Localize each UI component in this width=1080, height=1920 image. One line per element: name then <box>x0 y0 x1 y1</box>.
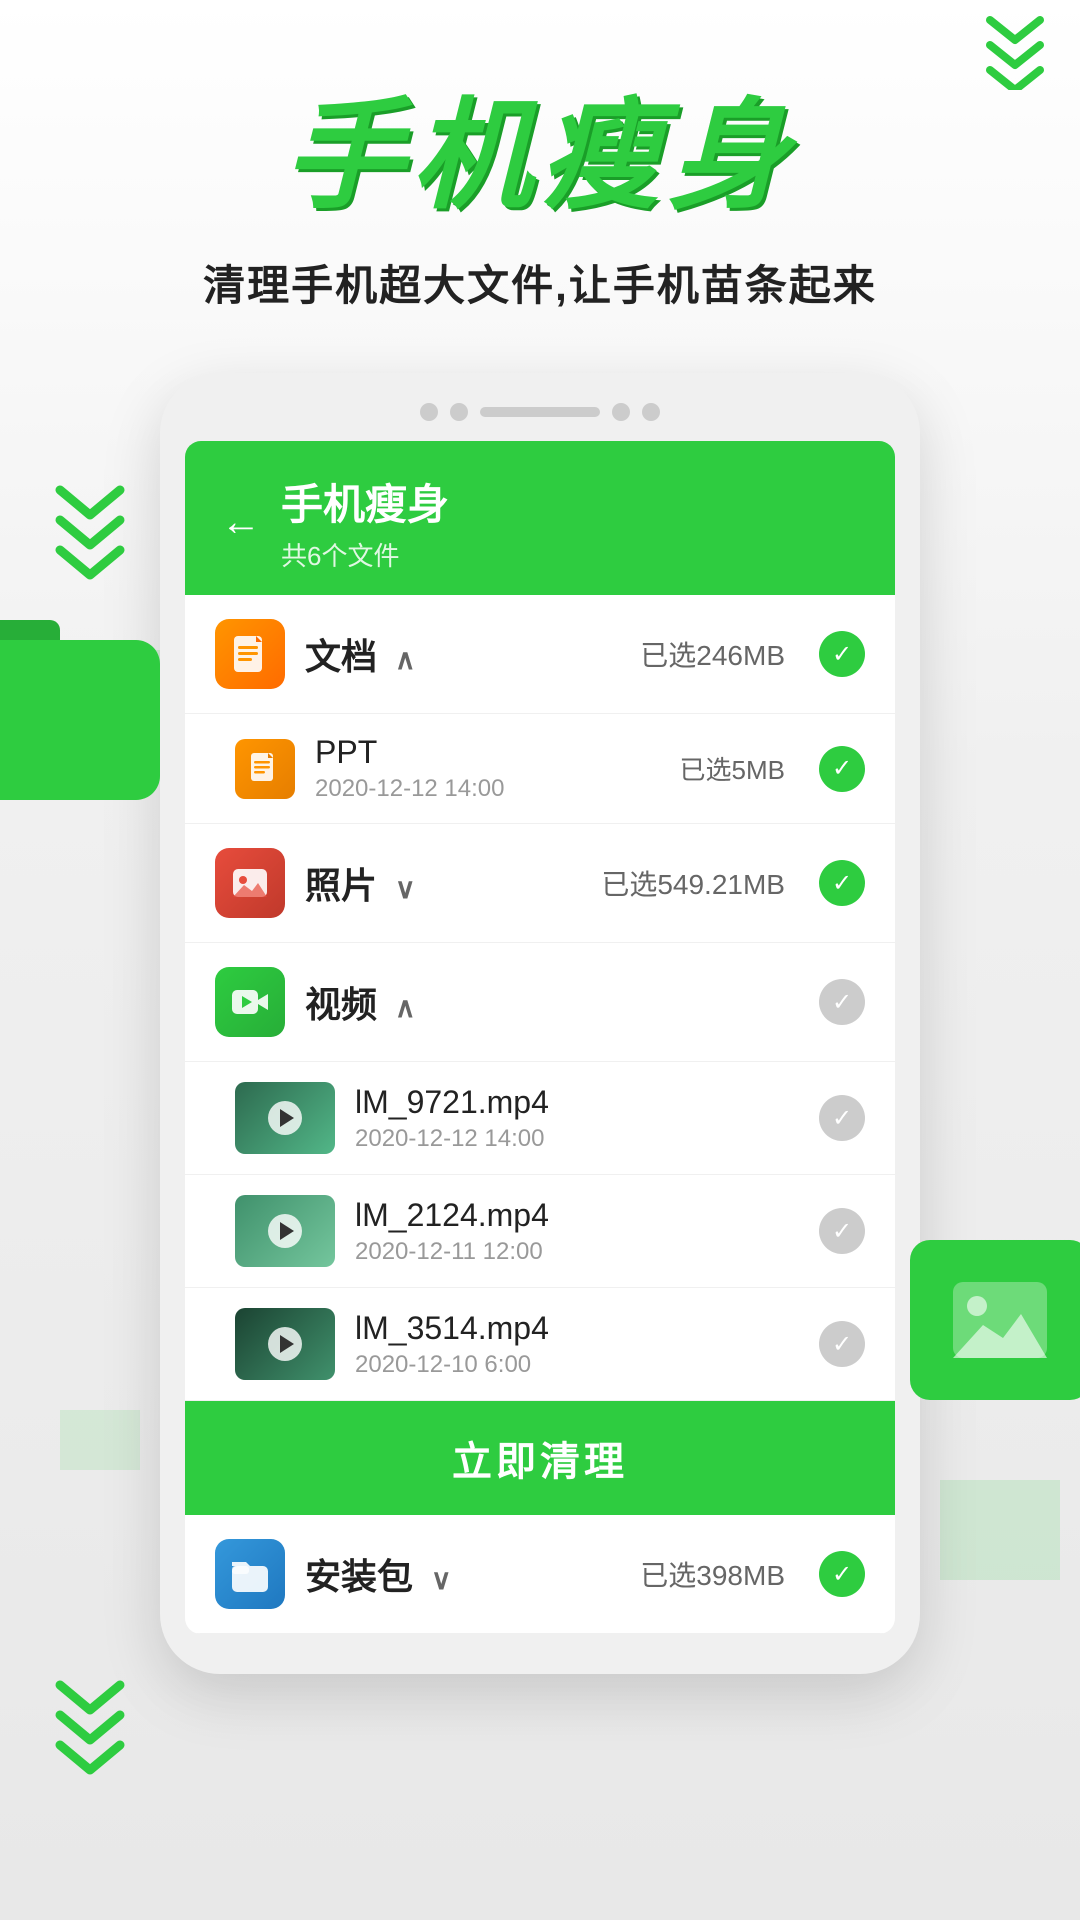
header-title: 手机瘦身 <box>281 471 449 532</box>
deco-folder <box>0 620 180 800</box>
deco-chevrons-left <box>50 480 130 585</box>
deco-chevrons-right <box>980 10 1050 95</box>
category-icon-video <box>215 967 285 1037</box>
check-video[interactable]: ✓ <box>819 979 865 1025</box>
video-2-name: lM_2124.mp4 <box>355 1197 799 1234</box>
check-docs[interactable]: ✓ <box>819 631 865 677</box>
app-content: ← 手机瘦身 共6个文件 <box>185 441 895 1634</box>
check-video-1[interactable]: ✓ <box>819 1095 865 1141</box>
check-video-2[interactable]: ✓ <box>819 1208 865 1254</box>
category-size-photos: 已选549.21MB <box>601 863 785 903</box>
app-main-title: 手机瘦身 <box>0 90 1080 222</box>
video-3-name: lM_3514.mp4 <box>355 1310 799 1347</box>
app-subtitle: 清理手机超大文件,让手机苗条起来 <box>0 252 1080 313</box>
category-icon-package <box>215 1539 285 1609</box>
video-1-date: 2020-12-12 14:00 <box>355 1125 799 1153</box>
header-subtitle: 共6个文件 <box>281 536 449 573</box>
subfile-video-3[interactable]: lM_3514.mp4 2020-12-10 6:00 ✓ <box>185 1288 895 1401</box>
subfile-video-2[interactable]: lM_2124.mp4 2020-12-11 12:00 ✓ <box>185 1175 895 1288</box>
play-icon-3 <box>268 1327 302 1361</box>
video-thumb-3 <box>235 1308 335 1380</box>
category-name-video: 视频 ∧ <box>305 976 765 1028</box>
ppt-date: 2020-12-12 14:00 <box>315 775 660 803</box>
check-photos[interactable]: ✓ <box>819 860 865 906</box>
expand-package-icon: ∨ <box>431 1564 452 1595</box>
clean-button[interactable]: 立即清理 <box>185 1401 895 1515</box>
category-row-photos[interactable]: 照片 ∨ 已选549.21MB ✓ <box>185 824 895 943</box>
ppt-name: PPT <box>315 734 660 771</box>
category-row-package[interactable]: 安装包 ∨ 已选398MB ✓ <box>185 1515 895 1634</box>
video-thumb-2 <box>235 1195 335 1267</box>
expand-docs-icon: ∧ <box>395 644 416 675</box>
pixel-deco-3 <box>940 1480 1060 1580</box>
file-list: 文档 ∧ 已选246MB ✓ PPT <box>185 595 895 1634</box>
deco-chevrons-left-bottom <box>50 1675 130 1780</box>
pixel-deco-2 <box>60 1410 140 1470</box>
video-3-date: 2020-12-10 6:00 <box>355 1351 799 1379</box>
video-2-date: 2020-12-11 12:00 <box>355 1238 799 1266</box>
check-package[interactable]: ✓ <box>819 1551 865 1597</box>
play-triangle-3 <box>280 1335 294 1353</box>
play-icon-1 <box>268 1101 302 1135</box>
video-1-text: lM_9721.mp4 2020-12-12 14:00 <box>355 1084 799 1153</box>
category-icon-photos <box>215 848 285 918</box>
category-icon-docs <box>215 619 285 689</box>
category-name-photos: 照片 ∨ <box>305 857 581 909</box>
phone-dot-3 <box>612 403 630 421</box>
phone-bar <box>480 407 600 417</box>
category-size-package: 已选398MB <box>640 1554 785 1594</box>
header-text: 手机瘦身 共6个文件 <box>281 471 449 573</box>
subfile-ppt[interactable]: PPT 2020-12-12 14:00 已选5MB ✓ <box>185 714 895 824</box>
back-button[interactable]: ← <box>221 500 261 545</box>
play-triangle-2 <box>280 1222 294 1240</box>
deco-image-icon <box>910 1240 1080 1400</box>
app-header: ← 手机瘦身 共6个文件 <box>185 441 895 595</box>
category-name-docs: 文档 ∧ <box>305 628 620 680</box>
category-row-video[interactable]: 视频 ∧ ✓ <box>185 943 895 1062</box>
folder-body <box>0 640 160 800</box>
video-2-text: lM_2124.mp4 2020-12-11 12:00 <box>355 1197 799 1266</box>
check-video-3[interactable]: ✓ <box>819 1321 865 1367</box>
phone-mockup: ← 手机瘦身 共6个文件 <box>160 373 920 1674</box>
phone-top-bar <box>185 403 895 421</box>
ppt-text: PPT 2020-12-12 14:00 <box>315 734 660 803</box>
play-triangle-1 <box>280 1109 294 1127</box>
phone-dot-1 <box>420 403 438 421</box>
play-icon-2 <box>268 1214 302 1248</box>
video-1-name: lM_9721.mp4 <box>355 1084 799 1121</box>
subfile-video-1[interactable]: lM_9721.mp4 2020-12-12 14:00 ✓ <box>185 1062 895 1175</box>
check-ppt[interactable]: ✓ <box>819 746 865 792</box>
expand-photos-icon: ∨ <box>395 873 416 904</box>
phone-dot-4 <box>642 403 660 421</box>
category-name-package: 安装包 ∨ <box>305 1548 620 1600</box>
category-size-docs: 已选246MB <box>640 634 785 674</box>
video-thumb-1 <box>235 1082 335 1154</box>
phone-dot-2 <box>450 403 468 421</box>
expand-video-icon: ∧ <box>395 992 416 1023</box>
ppt-icon <box>235 739 295 799</box>
top-section: 手机瘦身 清理手机超大文件,让手机苗条起来 <box>0 0 1080 313</box>
ppt-size: 已选5MB <box>680 750 785 787</box>
video-3-text: lM_3514.mp4 2020-12-10 6:00 <box>355 1310 799 1379</box>
back-arrow-icon: ← <box>221 500 261 544</box>
category-row-docs[interactable]: 文档 ∧ 已选246MB ✓ <box>185 595 895 714</box>
